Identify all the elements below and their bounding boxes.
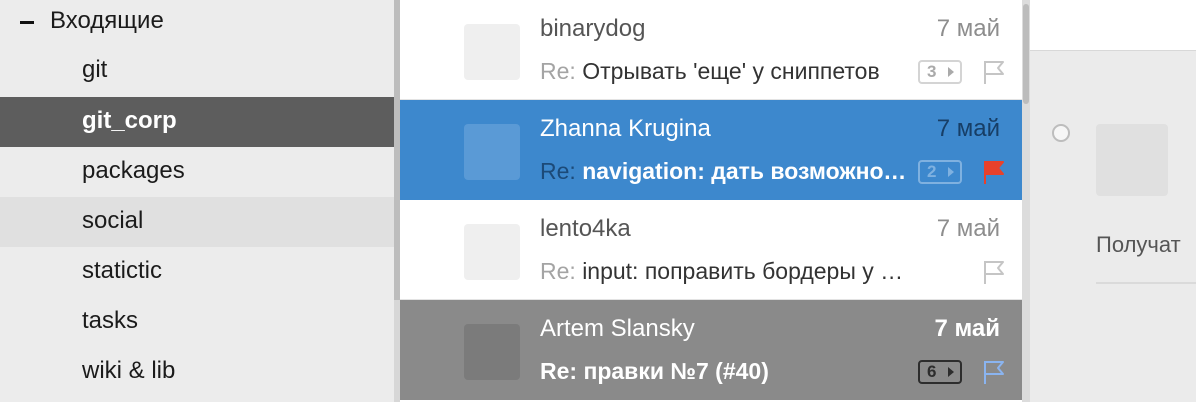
divider xyxy=(1096,282,1196,284)
message-subject: Re: input: поправить бордеры у инпутов xyxy=(540,258,912,285)
message-date: 7 май xyxy=(934,315,1000,342)
flag-icon[interactable] xyxy=(982,59,1006,85)
expand-arrow-icon xyxy=(948,167,954,177)
collapse-icon[interactable] xyxy=(20,21,34,24)
reading-pane-toolbar xyxy=(1030,0,1196,51)
folder-inbox[interactable]: Входящие xyxy=(0,0,394,42)
message-list: binarydog 7 май Re: Отрывать 'еще' у сни… xyxy=(400,0,1022,402)
folder-label: social xyxy=(82,207,144,234)
thread-count: 3 xyxy=(927,62,937,81)
folder-item-packages[interactable]: packages xyxy=(0,147,394,197)
folder-label: tasks xyxy=(82,307,139,334)
message-subject-text: navigation: дать возможность xyxy=(582,158,912,184)
folder-item-git[interactable]: git xyxy=(0,46,394,96)
expand-arrow-icon xyxy=(948,67,954,77)
thread-count-badge[interactable]: 2 xyxy=(918,160,962,184)
folder-item-git-corp[interactable]: git_corp xyxy=(0,97,394,147)
folder-sidebar: Входящие git git_corp packages social st… xyxy=(0,0,394,402)
thread-count: 2 xyxy=(927,162,937,181)
message-list-scrollbar-thumb[interactable] xyxy=(1023,4,1029,104)
select-checkbox[interactable] xyxy=(1052,124,1070,142)
message-subject-text: правки №7 (#40) xyxy=(583,358,769,384)
message-sender: Artem Slansky xyxy=(540,315,695,342)
message-row[interactable]: Artem Slansky 7 май Re: правки №7 (#40) … xyxy=(400,300,1022,400)
flag-icon[interactable] xyxy=(982,159,1006,185)
message-date: 7 май xyxy=(936,15,1000,42)
expand-arrow-icon xyxy=(948,367,954,377)
avatar xyxy=(464,224,520,280)
message-sender: binarydog xyxy=(540,15,646,42)
message-subject-text: input: поправить бордеры у инпутов xyxy=(582,258,912,284)
folder-item-tasks[interactable]: tasks xyxy=(0,297,394,347)
reply-prefix: Re: xyxy=(540,158,576,184)
flag-icon[interactable] xyxy=(982,259,1006,285)
folder-label: git xyxy=(82,56,108,83)
folder-label: statictic xyxy=(82,257,163,284)
thread-count-badge[interactable]: 3 xyxy=(918,60,962,84)
avatar xyxy=(464,124,520,180)
message-subject: Re: правки №7 (#40) xyxy=(540,358,912,385)
message-date: 7 май xyxy=(936,115,1000,142)
thread-count-badge[interactable]: 6 xyxy=(918,360,962,384)
folder-label: git_corp xyxy=(82,107,177,134)
message-sender: lento4ka xyxy=(540,215,631,242)
message-sender: Zhanna Krugina xyxy=(540,115,711,142)
folder-label: packages xyxy=(82,157,185,184)
folder-item-social[interactable]: social xyxy=(0,197,394,247)
avatar xyxy=(1096,124,1168,196)
message-subject: Re: Отрывать 'еще' у сниппетов xyxy=(540,58,912,85)
message-row[interactable]: Zhanna Krugina 7 май Re: navigation: дат… xyxy=(400,100,1022,200)
message-list-scrollbar[interactable] xyxy=(1022,0,1030,402)
folder-inbox-label: Входящие xyxy=(50,7,164,34)
avatar xyxy=(464,324,520,380)
avatar xyxy=(464,24,520,80)
reply-prefix: Re: xyxy=(540,258,576,284)
folder-label: wiki & lib xyxy=(82,357,176,384)
flag-icon[interactable] xyxy=(982,359,1006,385)
reading-pane: Получат xyxy=(1030,0,1196,402)
folder-item-wiki-lib[interactable]: wiki & lib xyxy=(0,347,394,397)
message-subject-text: Отрывать 'еще' у сниппетов xyxy=(582,58,880,84)
message-row[interactable]: lento4ka 7 май Re: input: поправить борд… xyxy=(400,200,1022,300)
message-subject: Re: navigation: дать возможность xyxy=(540,158,912,185)
message-date: 7 май xyxy=(936,215,1000,242)
folder-item-statictic[interactable]: statictic xyxy=(0,247,394,297)
reply-prefix: Re: xyxy=(540,358,578,384)
thread-count: 6 xyxy=(927,362,937,381)
message-row[interactable]: binarydog 7 май Re: Отрывать 'еще' у сни… xyxy=(400,0,1022,100)
recipient-label: Получат xyxy=(1096,232,1181,257)
reply-prefix: Re: xyxy=(540,58,576,84)
